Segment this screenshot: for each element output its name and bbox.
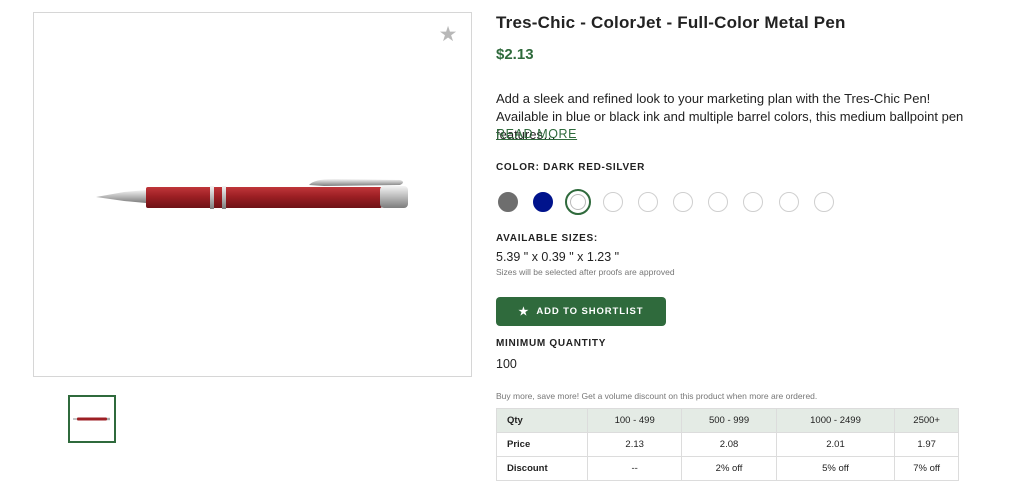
sizes-note: Sizes will be selected after proofs are … [496,267,675,277]
star-icon: ★ [518,306,530,318]
color-swatch-white-5[interactable] [743,192,763,212]
pricing-table: Qty 100 - 499 500 - 999 1000 - 2499 2500… [496,408,959,481]
table-row: Discount -- 2% off 5% off 7% off [496,456,959,481]
color-swatch-gray[interactable] [498,192,518,212]
table-cell: 7% off [894,456,959,481]
table-cell: 5% off [775,456,896,481]
minimum-quantity-value: 100 [496,357,517,371]
table-cell: -- [586,456,683,481]
pen-image [96,179,408,209]
color-swatch-white-3[interactable] [673,192,693,212]
color-swatch-dark-red-silver[interactable] [565,189,591,215]
pen-thumbnail-image [73,417,110,421]
color-swatch-white-1[interactable] [603,192,623,212]
favorite-star-icon[interactable]: ★ [437,24,459,46]
table-header-cell: 100 - 499 [586,408,683,433]
table-header-cell: 2500+ [894,408,959,433]
available-sizes-value: 5.39 " x 0.39 " x 1.23 " [496,250,620,264]
table-cell: 2.08 [681,432,777,457]
color-swatch-white-7[interactable] [814,192,834,212]
product-price: $2.13 [496,46,534,63]
table-cell: 2.01 [775,432,896,457]
pricing-header-row: Qty 100 - 499 500 - 999 1000 - 2499 2500… [496,408,959,433]
table-cell: 1.97 [894,432,959,457]
table-cell: Discount [496,456,588,481]
volume-discount-note: Buy more, save more! Get a volume discou… [496,391,818,401]
color-label: COLOR: DARK RED-SILVER [496,162,646,173]
minimum-quantity-label: MINIMUM QUANTITY [496,338,607,349]
color-swatch-blue[interactable] [533,192,553,212]
add-to-shortlist-label: ADD TO SHORTLIST [536,306,644,317]
table-header-cell: 1000 - 2499 [775,408,896,433]
color-swatch-white-6[interactable] [779,192,799,212]
table-cell: 2% off [681,456,777,481]
table-cell: Price [496,432,588,457]
product-title: Tres-Chic - ColorJet - Full-Color Metal … [496,13,846,32]
read-more-link[interactable]: READ MORE [496,127,577,141]
available-sizes-label: AVAILABLE SIZES: [496,233,598,244]
table-header-cell: 500 - 999 [681,408,777,433]
table-row: Price 2.13 2.08 2.01 1.97 [496,432,959,457]
product-thumbnail[interactable] [68,395,116,443]
table-cell: 2.13 [586,432,683,457]
color-swatch-white-2[interactable] [638,192,658,212]
color-swatch-white-4[interactable] [708,192,728,212]
add-to-shortlist-button[interactable]: ★ ADD TO SHORTLIST [496,297,666,326]
table-header-cell: Qty [496,408,588,433]
